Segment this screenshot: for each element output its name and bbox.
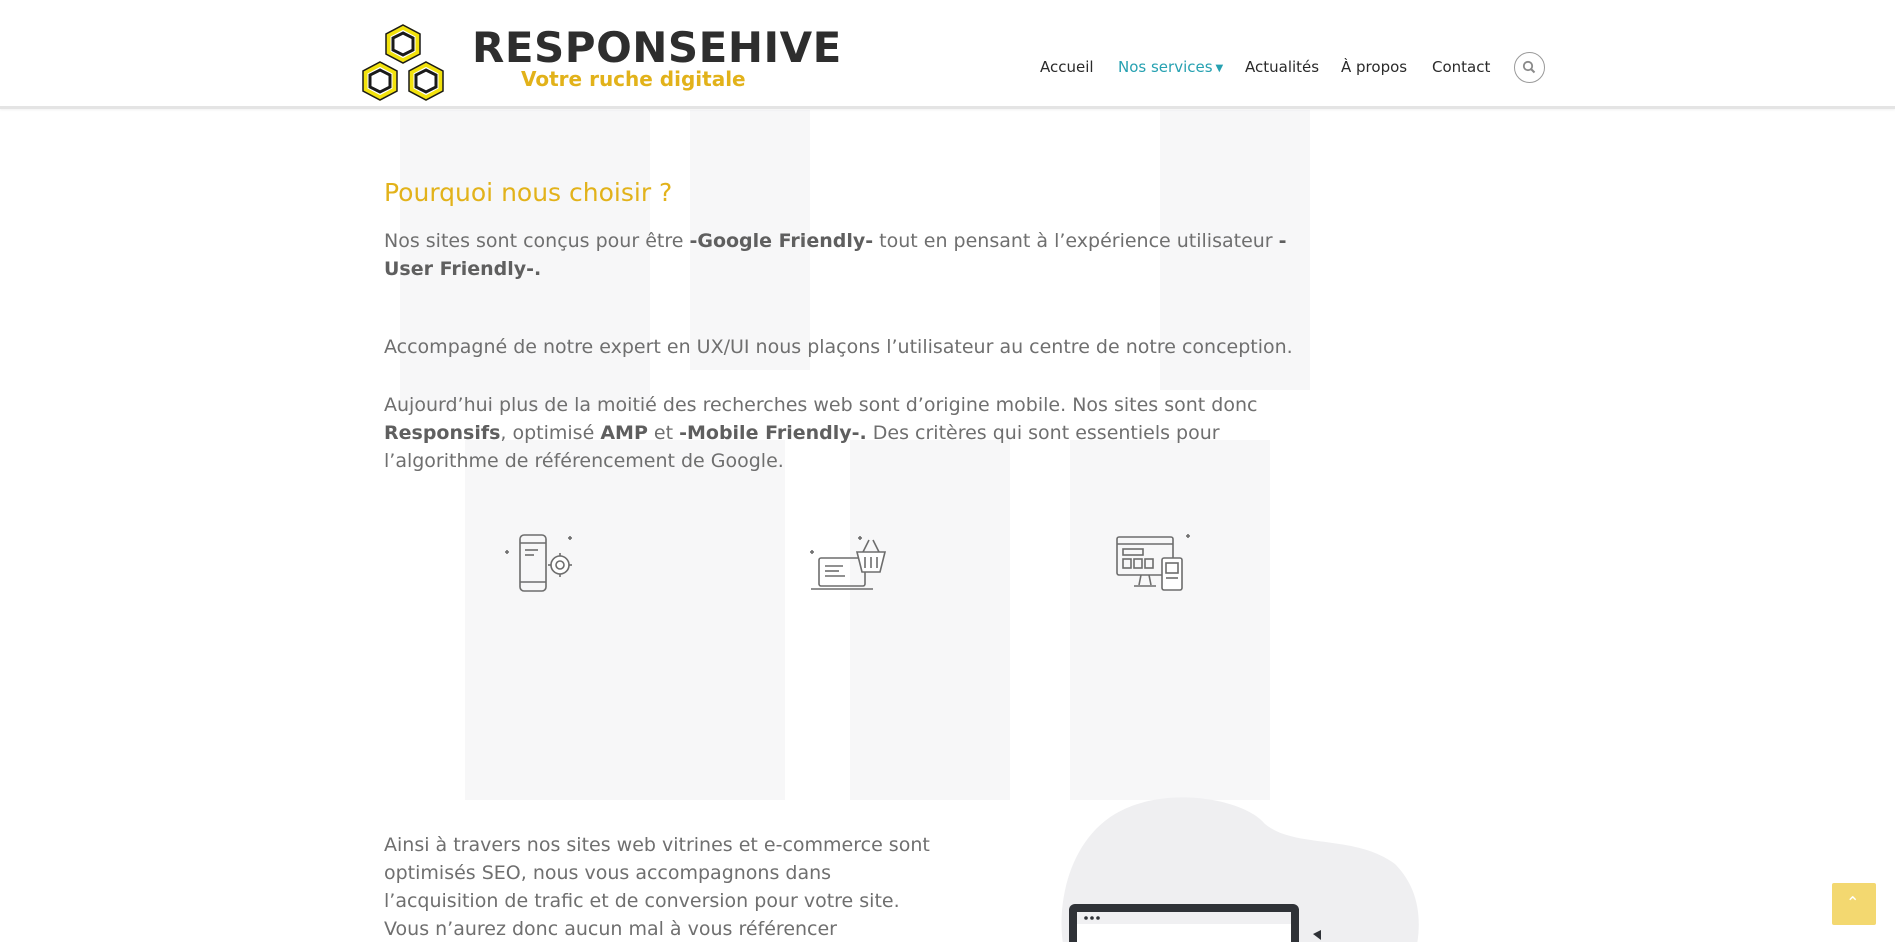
paragraph-seo: Ainsi à travers nos sites web vitrines e… [384,834,930,940]
text: tout en pensant à l’expérience utilisate… [873,230,1279,252]
nav-item-contact[interactable]: Contact [1432,58,1490,76]
text: Nos sites sont conçus pour être [384,230,690,252]
bold-text: Responsifs [384,422,501,444]
chevron-up-icon: ⌃ [1846,893,1860,912]
text: , optimisé [500,422,601,444]
paragraph-google-friendly: Nos sites sont conçus pour être -Google … [384,227,1294,283]
paragraph-ux-ui: Accompagné de notre expert en UX/UI nous… [384,336,1293,358]
site-header: RESPONSEHIVE Votre ruche digitale Accuei… [0,0,1895,109]
chevron-down-icon: ▼ [1215,63,1224,74]
laptop-shopping-basket-icon [810,536,887,590]
nav-item-a-propos[interactable]: À propos [1341,58,1407,76]
nav-item-accueil[interactable]: Accueil [1040,58,1094,76]
laptop-illustration [1069,904,1321,942]
paragraph-mobile: Aujourd’hui plus de la moitié des recher… [384,391,1294,475]
nav-item-actualites[interactable]: Actualités [1245,58,1319,76]
nav-item-nos-services[interactable]: Nos services ▼ [1118,58,1223,76]
text: Aujourd’hui plus de la moitié des recher… [384,394,1258,416]
mobile-settings-icon [505,534,572,592]
nav-item-nos-services-label: Nos services [1118,58,1213,76]
scroll-to-top-button[interactable]: ⌃ [1832,883,1876,925]
section-heading: Pourquoi nous choisir ? [384,178,673,207]
bold-text: AMP [600,422,648,444]
bold-text: -Google Friendly- [689,230,874,252]
search-icon [1522,60,1536,74]
main-content: Pourquoi nous choisir ? Nos sites sont c… [0,0,1895,942]
responsive-devices-icon [1116,534,1190,591]
bold-text: -Mobile Friendly-. [679,422,867,444]
search-button[interactable] [1514,52,1545,83]
main-navigation: Accueil Nos services ▼ Actualités À propo… [0,58,1895,78]
text: et [647,422,680,444]
